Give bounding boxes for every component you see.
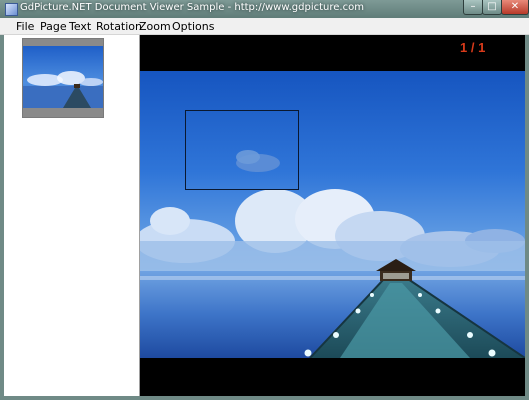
app-icon — [5, 3, 18, 16]
window-frame-right — [525, 35, 529, 400]
thumbnail-image — [23, 46, 103, 108]
thumbnail-panel[interactable] — [4, 35, 140, 396]
selection-rectangle[interactable] — [185, 110, 299, 190]
app-window: GdPicture.NET Document Viewer Sample - h… — [0, 0, 529, 400]
page-thumbnail[interactable] — [22, 38, 104, 118]
menu-rotation[interactable]: Rotation — [96, 20, 142, 33]
menu-bar: File Page Text Rotation Zoom Options — [0, 18, 529, 35]
page-indicator: 1 / 1 — [460, 40, 486, 55]
menu-text[interactable]: Text — [69, 20, 91, 33]
minimize-button[interactable]: – — [463, 0, 483, 15]
title-bar[interactable]: GdPicture.NET Document Viewer Sample - h… — [0, 0, 529, 19]
window-title: GdPicture.NET Document Viewer Sample - h… — [20, 2, 364, 13]
menu-options[interactable]: Options — [172, 20, 214, 33]
close-button[interactable]: ✕ — [501, 0, 529, 15]
menu-file[interactable]: File — [16, 20, 34, 33]
menu-page[interactable]: Page — [40, 20, 67, 33]
window-frame-bottom — [0, 396, 529, 400]
document-viewer[interactable]: 1 / 1 — [140, 35, 525, 396]
menu-zoom[interactable]: Zoom — [139, 20, 171, 33]
maximize-button[interactable]: □ — [482, 0, 502, 15]
